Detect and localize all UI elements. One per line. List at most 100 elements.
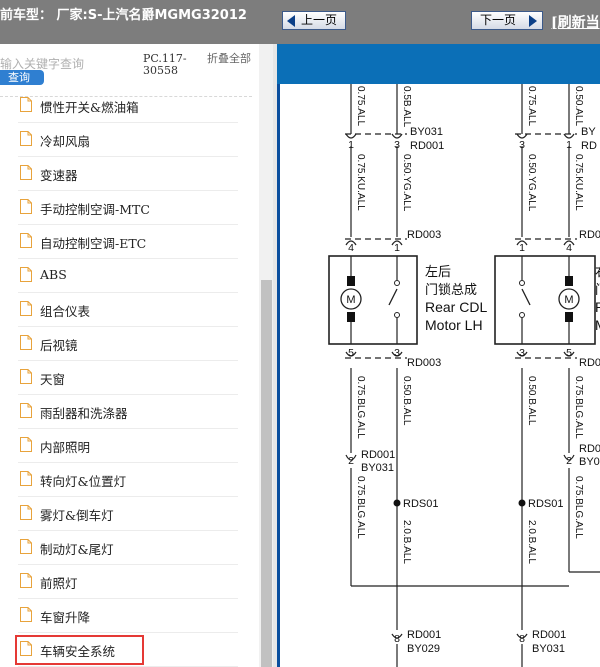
document-icon [20, 233, 32, 248]
wire-label: 0.75.KU.ALL [573, 154, 584, 211]
pin-number: 1 [519, 242, 525, 254]
document-icon [20, 403, 32, 418]
tree-item-label: 车窗升降 [40, 610, 91, 625]
tree-item-label: 组合仪表 [40, 304, 91, 319]
connector-label: BY029 [407, 643, 440, 655]
tree-item[interactable]: 变速器 [0, 157, 240, 191]
scrollbar-thumb[interactable] [261, 280, 272, 667]
pin-number: 4 [566, 242, 572, 254]
pin-number: 3 [519, 347, 525, 359]
wire-label: 2.0.B.ALL [526, 520, 537, 564]
pin-number: 1 [348, 139, 354, 151]
wire-label: 0.75.KU.ALL [355, 154, 366, 211]
wire-label: 2.0.B.ALL [401, 520, 412, 564]
motor-name-en: Motor LH [425, 317, 483, 333]
connector-label: RD001 [532, 629, 566, 641]
tree-item[interactable]: 内部照明 [0, 429, 240, 463]
pin-number: 8 [519, 633, 525, 645]
tree-list: 惯性开关&燃油箱 冷却风扇 变速器 手动控制空调-MTC 自动控制空调-ETC … [0, 44, 252, 667]
tree-item-label: 前照灯 [40, 576, 78, 591]
tree-item-label: 雾灯&倒车灯 [40, 508, 114, 523]
wire-label: 0.50.B.ALL [526, 376, 537, 426]
tree-item[interactable]: 手动控制空调-MTC [0, 191, 240, 225]
pin-number: 4 [348, 242, 354, 254]
tree-item-label: 手动控制空调-MTC [40, 202, 150, 217]
document-icon [20, 335, 32, 350]
pin-number: 3 [519, 139, 525, 151]
connector-label: RD00 [579, 229, 600, 241]
connector-label: RD001 [410, 140, 444, 152]
prev-page-label: 上一页 [301, 13, 338, 27]
tree-item[interactable]: 雨刮器和洗涤器 [0, 395, 240, 429]
navigation-bar [277, 44, 600, 84]
tree-item[interactable]: 后视镜 [0, 327, 240, 361]
tree-item[interactable]: 雾灯&倒车灯 [0, 497, 240, 531]
connector-label: BY0 [579, 456, 600, 468]
document-icon [20, 131, 32, 146]
tree-item[interactable]: 天窗 [0, 361, 240, 395]
document-icon [20, 301, 32, 316]
wire-label: 0.75.BLG.ALL [573, 376, 584, 439]
motor-name-cn: 门 [595, 282, 600, 297]
tree-item[interactable]: 冷却风扇 [0, 123, 240, 157]
connector-label: RD [581, 140, 597, 152]
splice-label: RDS01 [403, 498, 438, 510]
splice-dot [393, 499, 401, 507]
pin-number: 5 [566, 347, 572, 359]
pin-number: 5 [348, 347, 354, 359]
right-motor-symbol: M [519, 256, 580, 344]
tree-item[interactable]: 转向灯&位置灯 [0, 463, 240, 497]
connector-label: RD003 [407, 229, 441, 241]
document-icon [20, 437, 32, 452]
wire-label: 0.50.YG.ALL [526, 154, 537, 212]
tree-item-label: 变速器 [40, 168, 78, 183]
next-page-button[interactable]: 下一页 [471, 11, 543, 30]
tree-item[interactable]: 惯性开关&燃油箱 [0, 89, 240, 123]
tree-item-label: 自动控制空调-ETC [40, 236, 147, 251]
tree-item[interactable]: ABS [0, 259, 240, 293]
pin-number: 3 [394, 139, 400, 151]
motor-name-cn: 右 [595, 264, 600, 279]
tree-item[interactable]: 制动灯&尾灯 [0, 531, 240, 565]
pin-number: 1 [394, 242, 400, 254]
next-page-label: 下一页 [480, 13, 517, 27]
connector-label: RD003 [407, 357, 441, 369]
pin-number: 8 [394, 633, 400, 645]
tree-item[interactable]: 自动控制空调-ETC [0, 225, 240, 259]
pin-number: 2 [348, 455, 354, 467]
tree-item-selected[interactable]: 车辆安全系统 [0, 633, 240, 667]
tree-item[interactable]: 组合仪表 [0, 293, 240, 327]
motor-name-cn: 门锁总成 [425, 282, 477, 297]
motor-m-label: M [564, 294, 573, 306]
wiring-diagram[interactable]: M M 左后 门锁总成 Rear CDL Motor LH 右 门 R M B [277, 84, 600, 667]
motor-name-cn: 左后 [425, 264, 451, 279]
wire-label: 0.75.BLG.ALL [573, 476, 584, 539]
tree-item-label: ABS [40, 267, 67, 282]
tree-item-label: 内部照明 [40, 440, 91, 455]
document-icon [20, 471, 32, 486]
tree-item-label: 车辆安全系统 [40, 644, 116, 659]
wire-label: 0.50.YG.ALL [401, 154, 412, 212]
tree-item[interactable]: 车窗升降 [0, 599, 240, 633]
tree-item-label: 制动灯&尾灯 [40, 542, 114, 557]
refresh-link[interactable]: [刷新当 [551, 12, 600, 32]
wire-label: 0.75.ALL [355, 86, 366, 126]
document-icon [20, 573, 32, 588]
connector-label: BY031 [410, 126, 443, 138]
connector-label: RD0 [579, 443, 600, 455]
document-icon [20, 199, 32, 214]
wire-label: 0.5B.ALL [401, 86, 412, 128]
connector-label: BY [581, 126, 596, 138]
document-icon [20, 607, 32, 622]
arrow-right-icon [529, 15, 537, 27]
connector-label: RD001 [407, 629, 441, 641]
connector-label: RD001 [361, 449, 395, 461]
prev-page-button[interactable]: 上一页 [282, 11, 346, 30]
vehicle-title: 前车型： 厂家:S-上汽名爵MGMG32012 [0, 8, 247, 23]
document-icon [20, 539, 32, 554]
tree-item[interactable]: 前照灯 [0, 565, 240, 599]
tree-item-label: 惯性开关&燃油箱 [40, 100, 139, 115]
connector-label: BY031 [532, 643, 565, 655]
document-icon [20, 641, 32, 656]
tree-item-label: 冷却风扇 [40, 134, 91, 149]
